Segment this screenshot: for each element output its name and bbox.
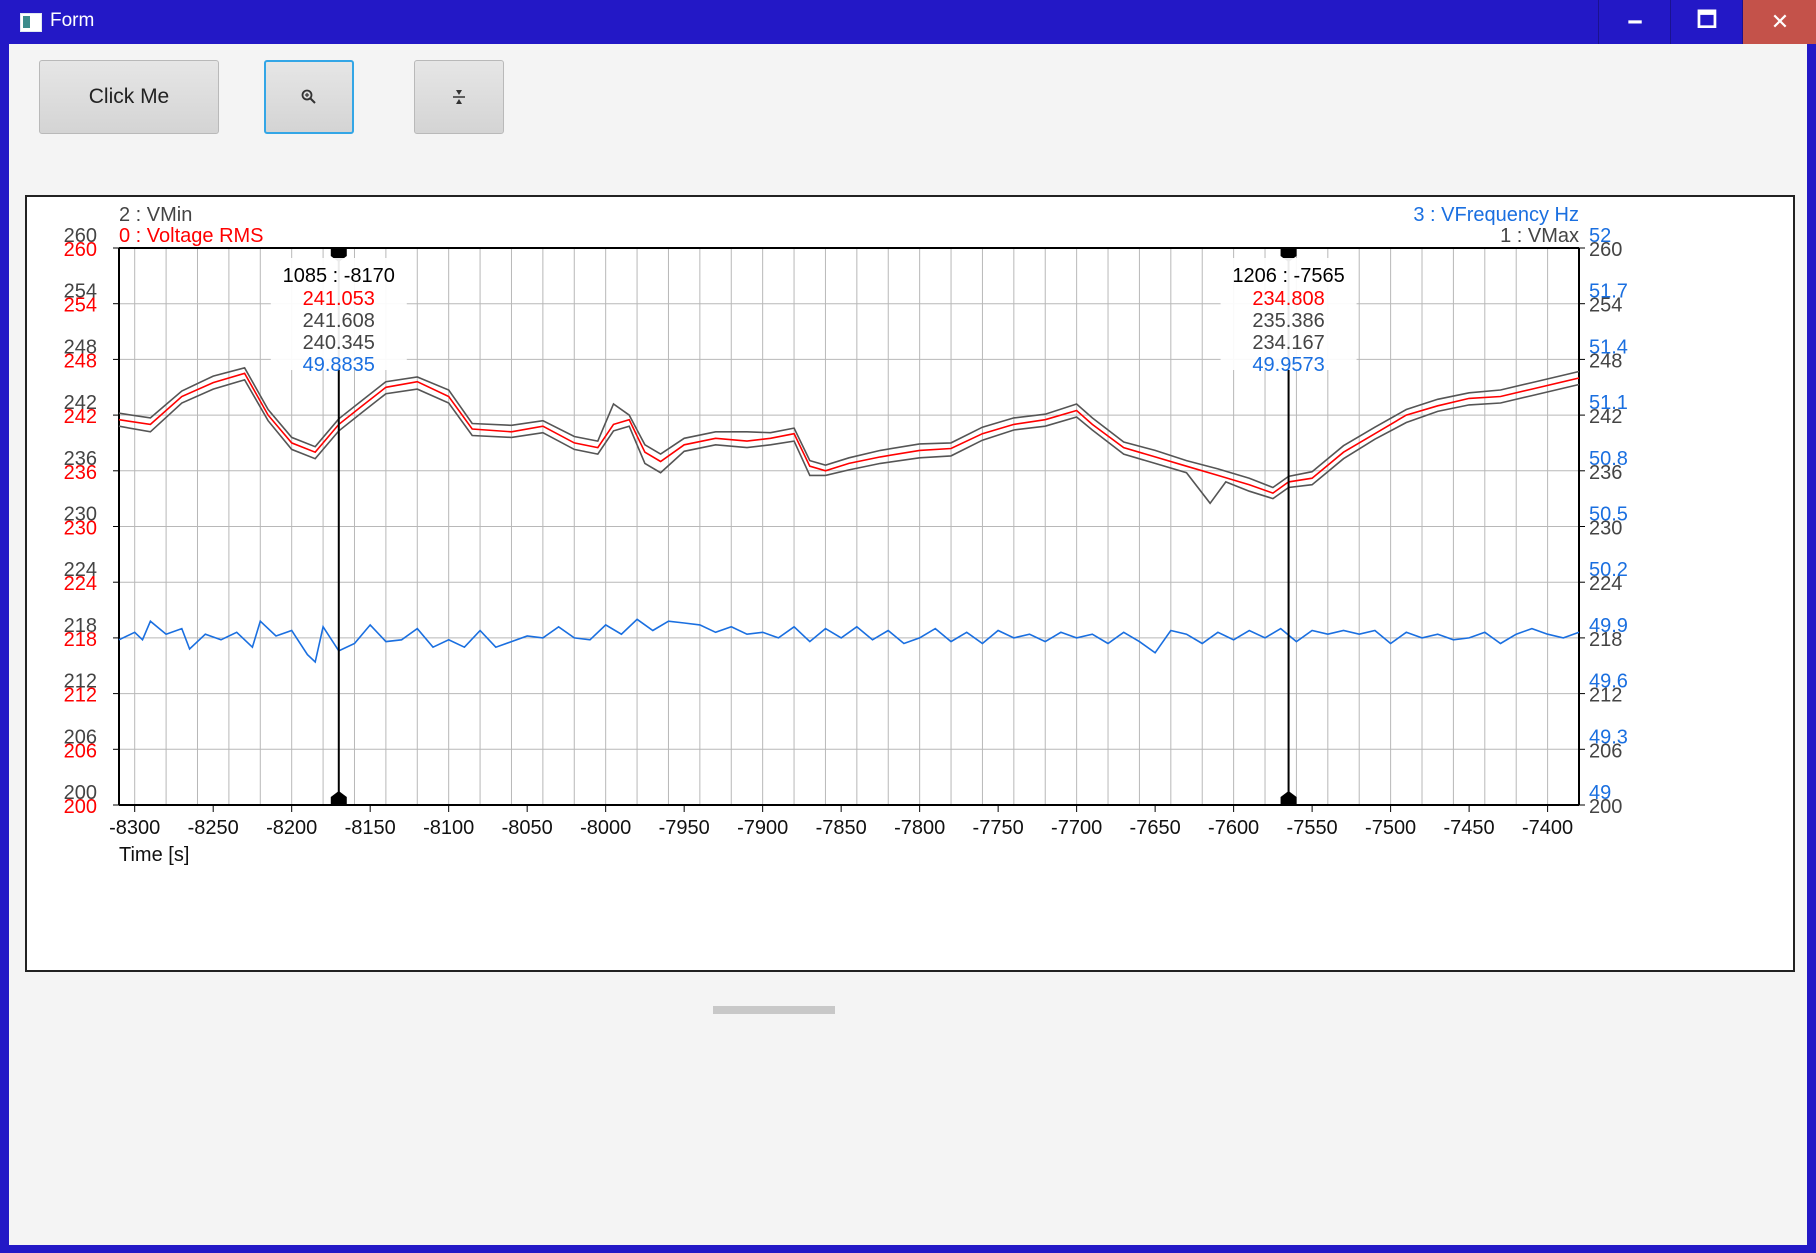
minimize-button[interactable]: 🗕: [1598, 0, 1671, 44]
application-window: Form 🗕 🗖 ✕ Click Me -8300 -8250 -8200 -8…: [0, 0, 1816, 1253]
cursor-value: 241.608: [303, 310, 375, 332]
left-y-tick-label-voltage-rms: 218: [64, 629, 97, 651]
maximize-icon: 🗖: [1696, 7, 1718, 32]
left-y-tick-label-voltage-rms: 248: [64, 350, 97, 372]
x-tick-label: -7550: [1287, 817, 1338, 839]
x-tick-label: -7500: [1365, 817, 1416, 839]
x-tick-label: -7650: [1130, 817, 1181, 839]
legend-vmin: 2 : VMin: [119, 204, 192, 226]
legend-frequency: 3 : VFrequency Hz: [1413, 204, 1579, 226]
left-y-tick-label-voltage-rms: 200: [64, 796, 97, 818]
cursor-value: 49.8835: [303, 354, 375, 376]
x-tick-label: -8150: [345, 817, 396, 839]
cursor-value: 234.167: [1252, 332, 1324, 354]
click-me-label: Click Me: [88, 85, 170, 108]
x-tick-label: -7700: [1051, 817, 1102, 839]
title-bar[interactable]: Form 🗕 🗖 ✕: [0, 0, 1816, 44]
right-y-tick-label-vmax: 242: [1589, 406, 1622, 428]
cursor-value: 235.386: [1252, 310, 1324, 332]
cursor-value: 234.808: [1252, 288, 1324, 310]
x-tick-label: -7400: [1522, 817, 1573, 839]
left-y-tick-label-voltage-rms: 254: [64, 295, 97, 317]
cursor-bottom-handle: [1280, 791, 1297, 805]
zoom-button[interactable]: [264, 60, 354, 134]
x-tick-label: -8000: [580, 817, 631, 839]
click-me-button[interactable]: Click Me: [39, 60, 219, 134]
x-tick-label: -7850: [816, 817, 867, 839]
left-y-tick-label-voltage-rms: 236: [64, 462, 97, 484]
cursor-bottom-handle: [330, 791, 347, 805]
left-y-tick-label-voltage-rms: 242: [64, 406, 97, 428]
left-y-tick-label-voltage-rms: 260: [64, 239, 97, 261]
right-y-tick-label-vmax: 206: [1589, 740, 1622, 762]
maximize-button[interactable]: 🗖: [1670, 0, 1743, 44]
chart-panel[interactable]: -8300 -8250 -8200 -8150 -8100 -8050 -8000 -7950…: [25, 195, 1795, 972]
x-tick-label: -8200: [266, 817, 317, 839]
x-tick-label: -7950: [659, 817, 710, 839]
close-button[interactable]: ✕: [1742, 0, 1816, 44]
right-y-tick-label-vmax: 236: [1589, 462, 1622, 484]
right-y-tick-label-vmax: 200: [1589, 796, 1622, 818]
right-y-tick-label-vmax: 230: [1589, 518, 1622, 540]
right-y-tick-label-vmax: 254: [1589, 295, 1622, 317]
x-tick-label: -7900: [737, 817, 788, 839]
x-tick-label: -7750: [973, 817, 1024, 839]
x-tick-label: -7600: [1208, 817, 1259, 839]
legend-vmax: 1 : VMax: [1500, 225, 1579, 247]
cursor-label: 1206 : -7565: [1232, 265, 1344, 287]
x-tick-label: -8250: [188, 817, 239, 839]
form-client-area: Click Me -8300 -8250 -8200 -8150 -8100 -8050-…: [9, 44, 1807, 1245]
horizontal-scroll-thumb[interactable]: [713, 1006, 835, 1014]
fit-vertical-icon: [453, 90, 465, 104]
cursor-value: 49.9573: [1252, 354, 1324, 376]
cursor-value: 240.345: [303, 332, 375, 354]
left-y-tick-label-voltage-rms: 224: [64, 573, 97, 595]
x-tick-label: -7450: [1444, 817, 1495, 839]
cursor-label: 1085 : -8170: [283, 265, 395, 287]
close-icon: ✕: [1770, 9, 1790, 34]
x-axis-title: Time [s]: [119, 844, 189, 866]
x-tick-label: -8050: [502, 817, 553, 839]
app-form-icon: [20, 13, 42, 32]
window-title: Form: [50, 10, 95, 31]
left-y-tick-label-voltage-rms: 206: [64, 740, 97, 762]
right-y-tick-label-vmax: 212: [1589, 685, 1622, 707]
right-y-tick-label-vmax: 260: [1589, 239, 1622, 261]
legend-voltage-rms: 0 : Voltage RMS: [119, 225, 264, 247]
left-y-tick-label-voltage-rms: 212: [64, 685, 97, 707]
voltage-chart[interactable]: -8300 -8250 -8200 -8150 -8100 -8050 -8000 -7950…: [27, 197, 1793, 970]
right-y-tick-label-vmax: 218: [1589, 629, 1622, 651]
cursor-value: 241.053: [303, 288, 375, 310]
fit-vertical-button[interactable]: [414, 60, 504, 134]
left-y-tick-label-voltage-rms: 230: [64, 518, 97, 540]
x-tick-label: -8300: [109, 817, 160, 839]
zoom-icon: [301, 89, 316, 104]
minimize-icon: 🗕: [1627, 7, 1643, 32]
x-tick-label: -8100: [423, 817, 474, 839]
right-y-tick-label-vmax: 224: [1589, 573, 1622, 595]
x-tick-label: -7800: [894, 817, 945, 839]
right-y-tick-label-vmax: 248: [1589, 350, 1622, 372]
